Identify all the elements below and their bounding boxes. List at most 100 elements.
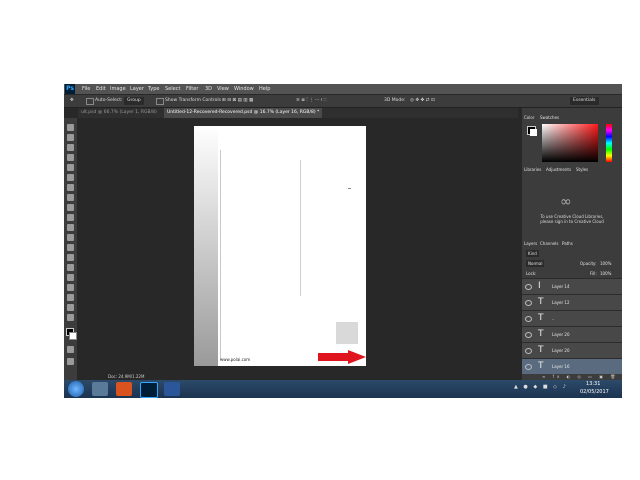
tab-paths[interactable]: Paths [562,240,573,247]
windows-taskbar: ▲ ● ◆ ■ ◇ ♪ 13:31 02/05/2017 [64,380,622,398]
tab-color[interactable]: Color [524,114,534,121]
tab-swatches[interactable]: Swatches [540,114,559,121]
document-canvas[interactable]: www.polai.com [194,126,366,366]
brush-tool-icon[interactable] [67,194,74,201]
hand-tool-icon[interactable] [67,304,74,311]
start-button[interactable] [68,381,84,397]
guide-line-middle [300,160,301,296]
layer-actions-icons[interactable]: ∞ fx ◐ ◎ ▭ ▣ 🗑 [542,374,618,379]
layer-row[interactable]: I Layer 14 [522,278,622,294]
system-tray-icons[interactable]: ▲ ● ◆ ■ ◇ ♪ [514,384,568,390]
eraser-tool-icon[interactable] [67,224,74,231]
layer-row[interactable]: T .. [522,310,622,326]
eye-icon[interactable] [525,300,532,306]
tab-ult[interactable]: ult.psd @ 66.7% (Layer 1, RGB/8) [78,108,160,118]
menu-select[interactable]: Select [165,84,180,94]
layer-type-icon: I [538,281,541,291]
menu-type[interactable]: Type [148,84,159,94]
taskbar-word-icon[interactable] [164,382,180,396]
menu-view[interactable]: View [217,84,229,94]
menu-bar: Ps File Edit Image Layer Type Select Fil… [64,84,622,94]
3d-mode-icons[interactable]: ◎ ✥ ✤ ⇄ ⊡ [410,97,435,105]
align-icons[interactable]: ⊞ ⊟ ⊠ ▤ ▥ ▦ [222,97,253,105]
eye-icon[interactable] [525,364,532,370]
auto-select-dropdown[interactable]: Group [124,97,144,105]
auto-select-checkbox[interactable] [86,98,94,105]
screen-mode-icon[interactable] [67,358,74,365]
pen-tool-icon[interactable] [67,264,74,271]
panel-background-swatch[interactable] [530,129,537,136]
tab-adjustments[interactable]: Adjustments [546,166,571,173]
eye-icon[interactable] [525,284,532,290]
distribute-icons[interactable]: ≡ ≣ ⫶ ⋮ ⋯ ⁞ ∷ [296,97,327,105]
menu-file[interactable]: File [82,84,90,94]
fill-label: Fill: [590,271,597,276]
hue-slider[interactable] [606,124,612,162]
layer-name: Layer 12 [552,300,570,305]
tab-untitled-12[interactable]: Untitled-12-Recovered-Recovered.psd @ 16… [164,108,323,118]
layer-row[interactable]: T Layer 20 [522,326,622,342]
stamp-tool-icon[interactable] [67,204,74,211]
menu-layer[interactable]: Layer [130,84,144,94]
eyedropper-tool-icon[interactable] [67,174,74,181]
layer-type-icon: T [538,361,544,371]
tab-styles[interactable]: Styles [576,166,588,173]
layer-name: Layer 14 [552,284,570,289]
menu-3d[interactable]: 3D [205,84,212,94]
menu-window[interactable]: Window [234,84,254,94]
opacity-value[interactable]: 100% [600,260,611,267]
fill-value[interactable]: 100% [600,270,611,277]
menu-image[interactable]: Image [110,84,126,94]
menu-edit[interactable]: Edit [96,84,106,94]
taskbar-photoshop-icon[interactable] [140,382,158,398]
shape-tool-icon[interactable] [67,294,74,301]
auto-select-label: Auto-Select: [95,98,123,103]
gradient-tool-icon[interactable] [67,234,74,241]
blur-tool-icon[interactable] [67,244,74,251]
lasso-tool-icon[interactable] [67,144,74,151]
cc-signin-message: To use Creative Cloud Libraries, please … [540,214,604,224]
layer-row[interactable]: T Layer 12 [522,294,622,310]
taskbar-explorer-icon[interactable] [92,382,108,396]
gradient-strip [194,126,218,366]
move-tool-icon[interactable]: ✥ [70,97,74,105]
type-tool-icon[interactable] [67,274,74,281]
dodge-tool-icon[interactable] [67,254,74,261]
show-transform-checkbox[interactable] [156,98,164,105]
menu-filter[interactable]: Filter [186,84,198,94]
show-transform-label: Show Transform Controls [165,98,221,103]
tab-channels[interactable]: Channels [540,240,559,247]
blend-mode-dropdown[interactable]: Normal [526,260,545,267]
path-select-tool-icon[interactable] [67,284,74,291]
zoom-tool-icon[interactable] [67,314,74,321]
healing-tool-icon[interactable] [67,184,74,191]
tab-layers[interactable]: Layers [524,240,537,247]
mode-3d-label: 3D Mode: [384,98,406,103]
eye-icon[interactable] [525,316,532,322]
eye-icon[interactable] [525,348,532,354]
color-picker-field[interactable] [542,124,598,162]
crop-tool-icon[interactable] [67,164,74,171]
layer-row[interactable]: T Layer 20 [522,342,622,358]
menu-help[interactable]: Help [259,84,270,94]
workspace-dropdown[interactable]: Essentials [570,97,599,105]
creative-cloud-icon: ∞ [560,194,572,210]
tab-libraries[interactable]: Libraries [524,166,541,173]
quick-mask-icon[interactable] [67,346,74,353]
opacity-label: Opacity: [580,261,597,266]
document-tabs: ult.psd @ 66.7% (Layer 1, RGB/8) Untitle… [78,108,518,118]
right-panels: Color Swatches Libraries Adjustments Sty… [522,108,622,380]
taskbar-app-icon[interactable] [116,382,132,396]
layer-type-icon: T [538,313,544,323]
photoshop-window: Ps File Edit Image Layer Type Select Fil… [64,84,622,380]
quick-select-tool-icon[interactable] [67,154,74,161]
layer-filter-kind[interactable]: Kind [526,250,539,257]
eye-icon[interactable] [525,332,532,338]
background-color-swatch[interactable] [69,332,77,340]
layer-type-icon: T [538,329,544,339]
move-tool-icon[interactable] [67,124,74,131]
layer-row-selected[interactable]: T Layer 16 [522,358,622,374]
canvas-footer-text: www.polai.com [220,357,251,362]
marquee-tool-icon[interactable] [67,134,74,141]
history-brush-tool-icon[interactable] [67,214,74,221]
